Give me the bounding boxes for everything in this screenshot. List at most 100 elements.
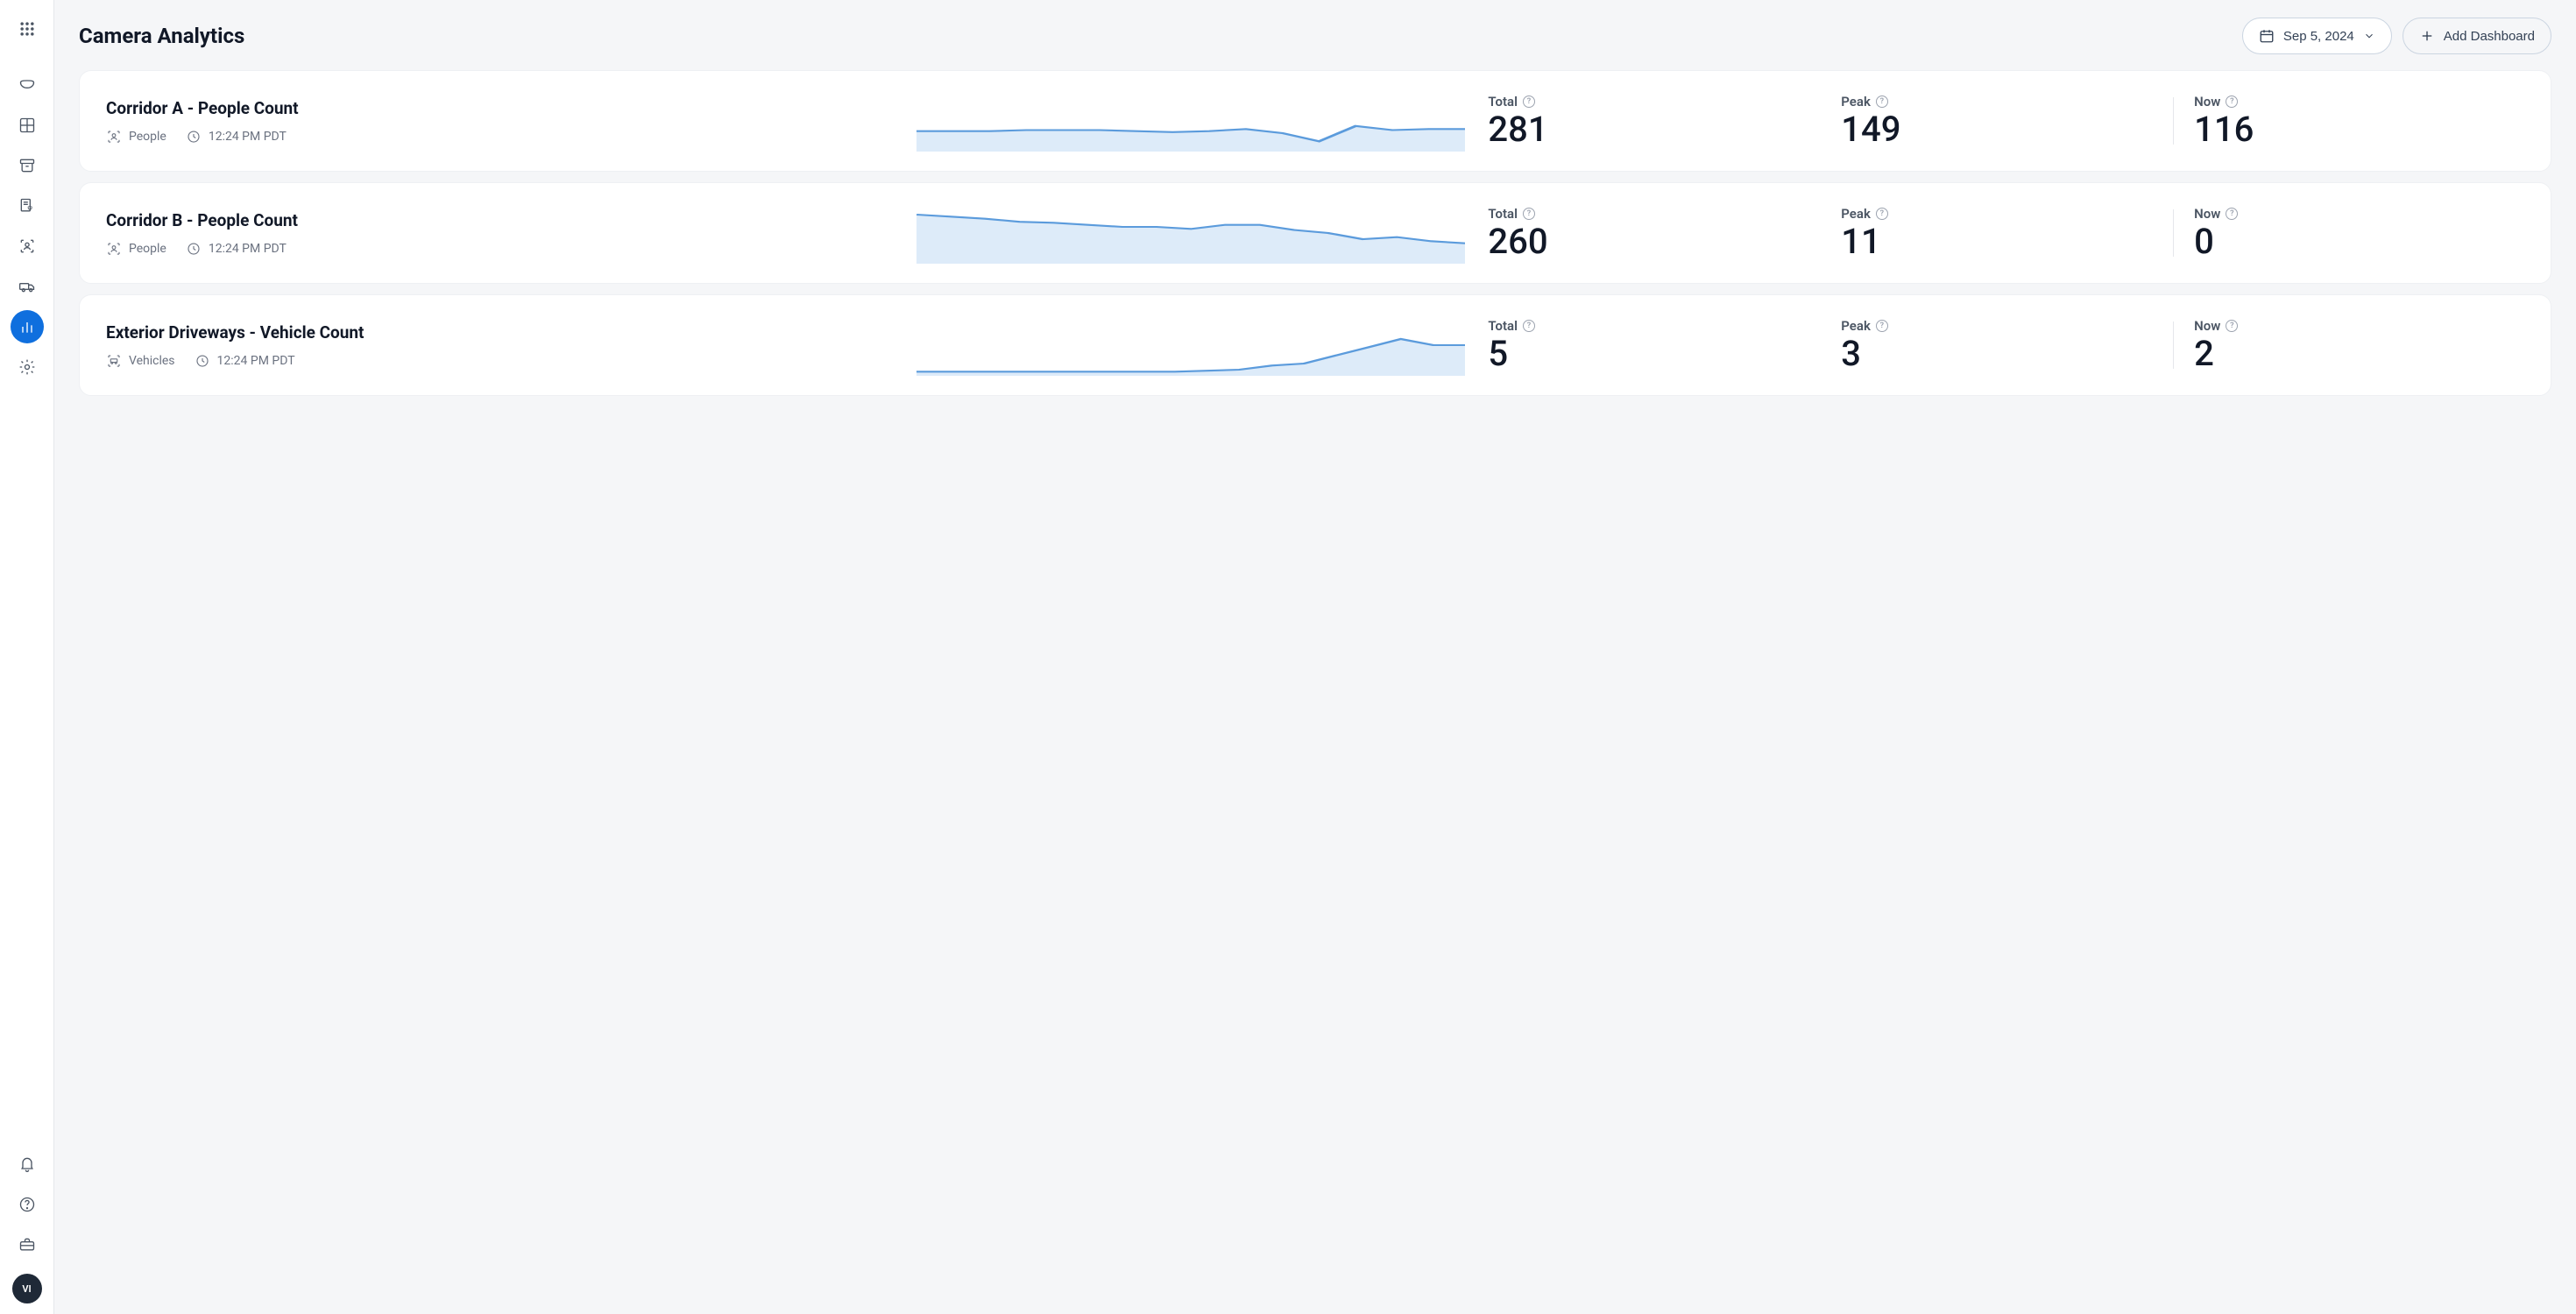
sidebar-item-archive[interactable] — [11, 149, 44, 182]
person-scan-icon — [18, 237, 36, 255]
sidebar-item-toolbox[interactable] — [11, 1228, 44, 1261]
card-info: Exterior Driveways - Vehicle Count Vehic… — [106, 322, 899, 369]
date-label: Sep 5, 2024 — [2283, 29, 2354, 44]
person-scan-icon — [106, 129, 122, 145]
layout-grid-icon — [18, 117, 36, 134]
truck-icon — [18, 278, 36, 295]
stat-peak-value: 149 — [1841, 111, 2171, 148]
card-type-label: People — [129, 242, 166, 256]
stat-now: Now? 116 — [2189, 94, 2524, 148]
sidebar-item-vehicles[interactable] — [11, 270, 44, 303]
stat-total: Total? 260 — [1483, 206, 1818, 260]
card-type: People — [106, 241, 166, 257]
stat-now: Now? 0 — [2189, 206, 2524, 260]
stat-peak: Peak? 11 — [1836, 206, 2171, 260]
stat-total: Total? 5 — [1483, 318, 1818, 372]
sparkline — [916, 202, 1466, 264]
chevron-down-icon — [2363, 30, 2375, 42]
sidebar: VI — [0, 0, 54, 1314]
stat-total-label: Total — [1488, 318, 1518, 334]
card-title: Corridor A - People Count — [106, 98, 899, 118]
vehicle-scan-icon — [106, 353, 122, 369]
card-type: Vehicles — [106, 353, 175, 369]
document-shield-icon — [18, 197, 36, 215]
stat-total-label: Total — [1488, 94, 1518, 110]
stat-peak-label: Peak — [1841, 318, 1871, 334]
stat-total-value: 281 — [1488, 111, 1818, 148]
card-type-label: Vehicles — [129, 354, 175, 368]
card-time: 12:24 PM PDT — [186, 241, 287, 257]
page-title: Camera Analytics — [79, 24, 244, 48]
sparkline — [916, 90, 1466, 152]
briefcase-icon — [18, 1236, 36, 1254]
sparkline — [916, 314, 1466, 376]
gear-icon — [18, 358, 36, 376]
card-time: 12:24 PM PDT — [186, 129, 287, 145]
calendar-icon — [2259, 28, 2275, 44]
card-info: Corridor B - People Count People 12:24 P… — [106, 210, 899, 257]
stat-total-value: 260 — [1488, 223, 1818, 260]
stat-now-label: Now — [2194, 318, 2220, 334]
help-icon — [18, 1196, 36, 1213]
add-dashboard-button[interactable]: Add Dashboard — [2403, 18, 2551, 54]
stat-now-value: 2 — [2194, 336, 2524, 372]
sidebar-apps-button[interactable] — [11, 12, 44, 46]
bell-icon — [18, 1155, 36, 1173]
plus-icon — [2419, 28, 2435, 44]
card-type: People — [106, 129, 166, 145]
stat-now-label: Now — [2194, 206, 2220, 222]
card-info: Corridor A - People Count People 12:24 P… — [106, 98, 899, 145]
archive-icon — [18, 157, 36, 174]
stat-total-value: 5 — [1488, 336, 1818, 372]
analytics-card[interactable]: Corridor B - People Count People 12:24 P… — [79, 182, 2551, 284]
clock-icon — [195, 353, 210, 369]
stat-total: Total? 281 — [1483, 94, 1818, 148]
sidebar-item-cameras[interactable] — [11, 68, 44, 102]
sidebar-item-notifications[interactable] — [11, 1148, 44, 1181]
avatar[interactable]: VI — [12, 1274, 42, 1303]
sidebar-item-layouts[interactable] — [11, 109, 44, 142]
stat-now-value: 0 — [2194, 223, 2524, 260]
card-time-label: 12:24 PM PDT — [209, 242, 287, 256]
cards-list: Corridor A - People Count People 12:24 P… — [54, 63, 2576, 420]
analytics-card[interactable]: Corridor A - People Count People 12:24 P… — [79, 70, 2551, 172]
bar-chart-icon — [18, 318, 36, 336]
card-time-label: 12:24 PM PDT — [217, 354, 295, 368]
help-icon[interactable]: ? — [2226, 95, 2238, 108]
sidebar-item-settings[interactable] — [11, 350, 44, 384]
analytics-card[interactable]: Exterior Driveways - Vehicle Count Vehic… — [79, 294, 2551, 396]
help-icon[interactable]: ? — [2226, 320, 2238, 332]
stat-peak-value: 3 — [1841, 336, 2171, 372]
card-title: Corridor B - People Count — [106, 210, 899, 230]
help-icon[interactable]: ? — [2226, 208, 2238, 220]
stat-now: Now? 2 — [2189, 318, 2524, 372]
clock-icon — [186, 241, 202, 257]
help-icon[interactable]: ? — [1523, 320, 1535, 332]
stat-total-label: Total — [1488, 206, 1518, 222]
card-time: 12:24 PM PDT — [195, 353, 295, 369]
stat-peak: Peak? 149 — [1836, 94, 2171, 148]
stat-peak-label: Peak — [1841, 206, 1871, 222]
help-icon[interactable]: ? — [1876, 320, 1888, 332]
add-dashboard-label: Add Dashboard — [2444, 29, 2535, 44]
card-title: Exterior Driveways - Vehicle Count — [106, 322, 899, 343]
help-icon[interactable]: ? — [1876, 208, 1888, 220]
stat-now-value: 116 — [2194, 111, 2524, 148]
help-icon[interactable]: ? — [1523, 95, 1535, 108]
stat-peak-label: Peak — [1841, 94, 1871, 110]
stat-now-label: Now — [2194, 94, 2220, 110]
sidebar-item-help[interactable] — [11, 1188, 44, 1221]
sidebar-item-analytics[interactable] — [11, 310, 44, 343]
help-icon[interactable]: ? — [1523, 208, 1535, 220]
date-picker-button[interactable]: Sep 5, 2024 — [2242, 18, 2392, 54]
header: Camera Analytics Sep 5, 2024 Add Dashboa… — [54, 0, 2576, 63]
person-scan-icon — [106, 241, 122, 257]
clock-icon — [186, 129, 202, 145]
card-type-label: People — [129, 130, 166, 144]
sidebar-item-people[interactable] — [11, 230, 44, 263]
header-actions: Sep 5, 2024 Add Dashboard — [2242, 18, 2551, 54]
sidebar-item-reports[interactable] — [11, 189, 44, 223]
grid-dots-icon — [18, 20, 36, 38]
card-time-label: 12:24 PM PDT — [209, 130, 287, 144]
help-icon[interactable]: ? — [1876, 95, 1888, 108]
